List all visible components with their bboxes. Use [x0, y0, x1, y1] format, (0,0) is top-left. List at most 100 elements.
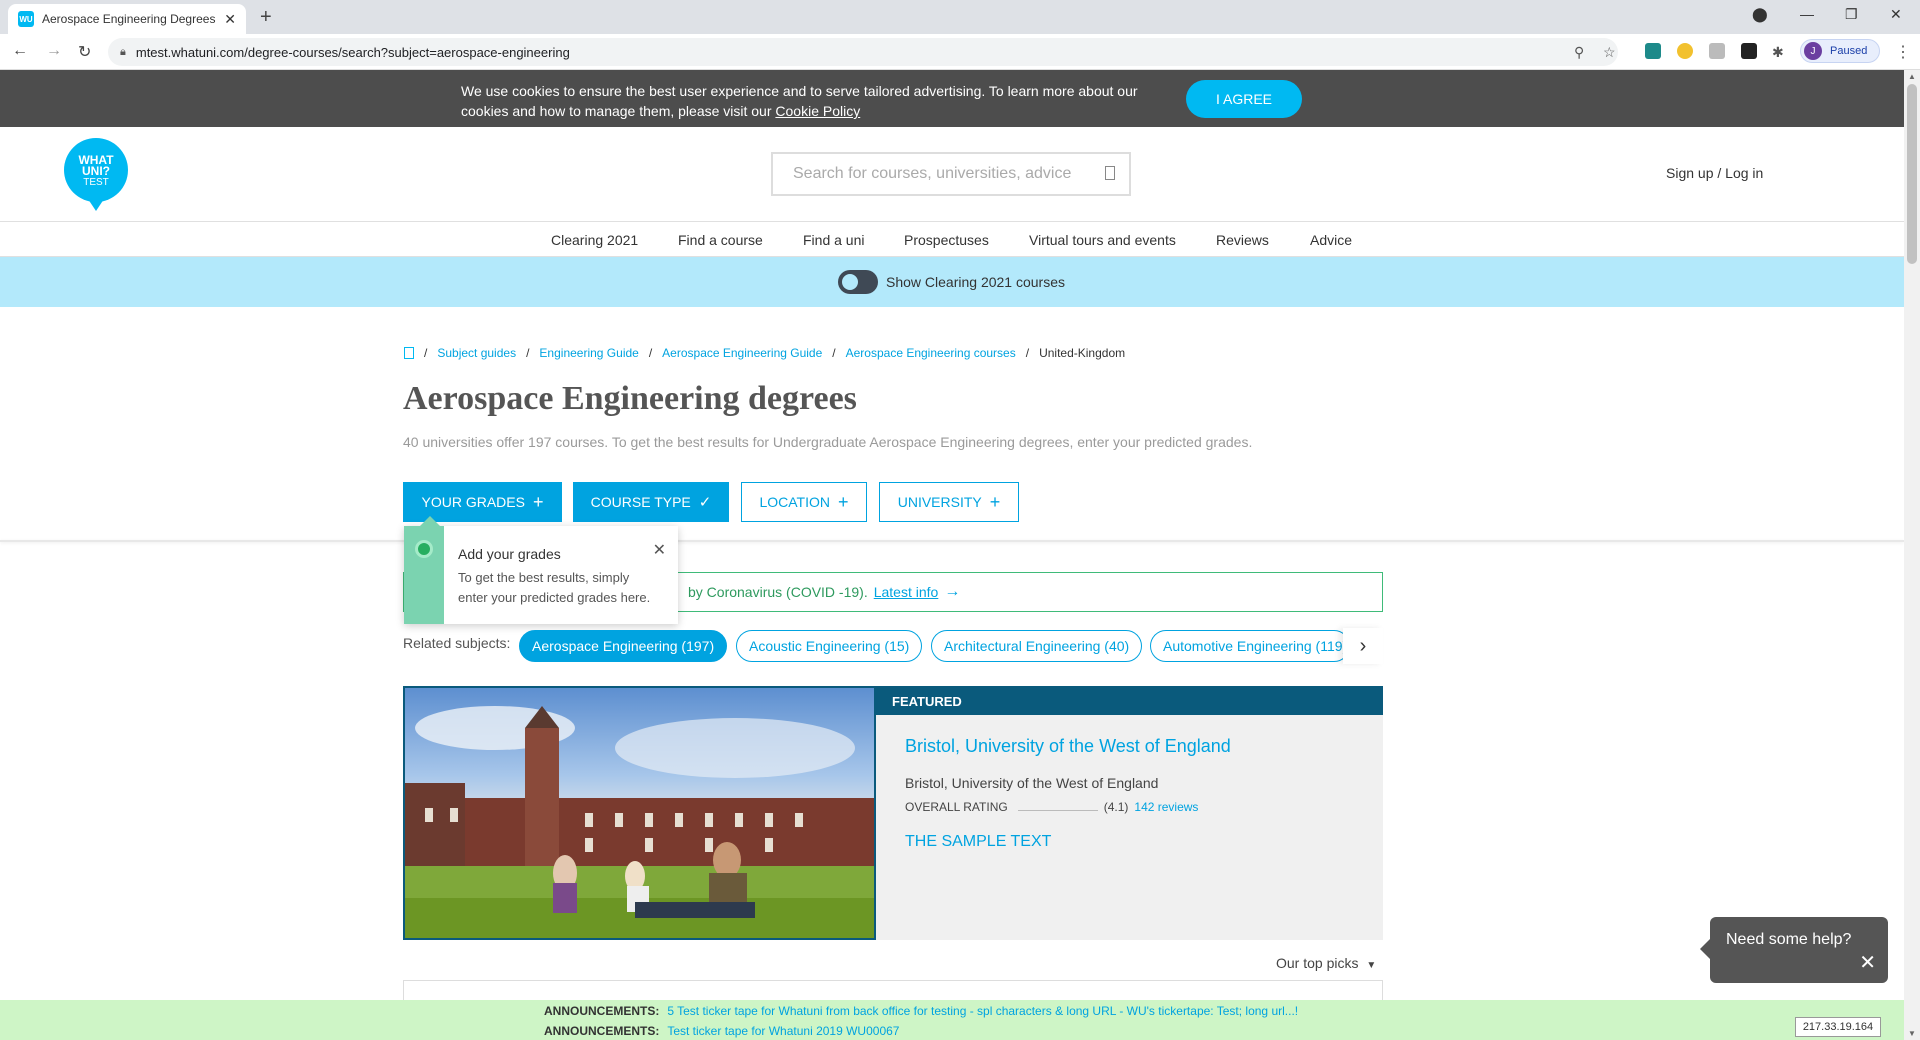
- logo-text: UNI?: [82, 164, 110, 178]
- grades-tooltip: Add your grades To get the best results,…: [404, 516, 678, 624]
- ticker-row: ANNOUNCEMENTS: 5 Test ticker tape for Wha…: [544, 1004, 1298, 1018]
- filter-label: YOUR GRADES: [421, 494, 525, 510]
- nav-item-find-course[interactable]: Find a course: [678, 232, 763, 248]
- course-type-filter[interactable]: COURSE TYPE ✓: [573, 482, 729, 522]
- clearing-toggle[interactable]: [838, 270, 878, 294]
- breadcrumb-current: United-Kingdom: [1039, 346, 1126, 360]
- sort-dropdown[interactable]: Our top picks ▼: [1276, 955, 1376, 971]
- breadcrumb: / Subject guides / Engineering Guide / A…: [404, 346, 1125, 360]
- page-title: Aerospace Engineering degrees: [403, 380, 857, 417]
- filter-label: COURSE TYPE: [590, 494, 691, 510]
- cookie-text: We use cookies to ensure the best user e…: [461, 81, 1151, 121]
- whatuni-logo[interactable]: WHAT UNI? TEST: [64, 138, 128, 211]
- related-pill[interactable]: Automotive Engineering (119): [1150, 630, 1350, 662]
- sort-label: Our top picks: [1276, 955, 1359, 971]
- related-pill[interactable]: Aerospace Engineering (197): [519, 630, 728, 662]
- home-icon[interactable]: [404, 347, 414, 359]
- ticker-link[interactable]: Test ticker tape for Whatuni 2019 WU0006…: [667, 1024, 899, 1038]
- main-navigation: Clearing 2021 Find a course Find a uni P…: [0, 221, 1904, 257]
- extension-icon[interactable]: [1677, 43, 1693, 59]
- restore-icon[interactable]: ❐: [1845, 6, 1858, 23]
- favicon-icon: WU: [18, 11, 34, 27]
- address-bar[interactable]: 🔒︎ mtest.whatuni.com/degree-courses/sear…: [108, 38, 1618, 66]
- plus-icon: +: [838, 491, 849, 512]
- chevron-right-icon[interactable]: ›: [1343, 628, 1383, 664]
- cookie-banner: We use cookies to ensure the best user e…: [0, 70, 1904, 127]
- breadcrumb-aerospace-guide[interactable]: Aerospace Engineering Guide: [662, 346, 822, 360]
- browser-toolbar: ← → ↻ 🔒︎ mtest.whatuni.com/degree-course…: [0, 34, 1920, 70]
- page-subtitle: 40 universities offer 197 courses. To ge…: [403, 434, 1253, 450]
- profile-menu-icon[interactable]: ⬤: [1752, 6, 1768, 23]
- university-name-link[interactable]: Bristol, University of the West of Engla…: [905, 736, 1231, 757]
- close-icon[interactable]: ✕: [1859, 950, 1876, 975]
- related-pill[interactable]: Architectural Engineering (40): [931, 630, 1143, 662]
- nav-item-clearing[interactable]: Clearing 2021: [551, 232, 638, 248]
- announcements-ticker: ANNOUNCEMENTS: 5 Test ticker tape for Wha…: [0, 1000, 1904, 1040]
- rating-stars: [1017, 809, 1098, 811]
- browser-menu-icon[interactable]: ⋮: [1895, 42, 1911, 62]
- rating-label: OVERALL RATING: [905, 800, 1008, 814]
- nav-item-find-uni[interactable]: Find a uni: [803, 232, 864, 248]
- cookie-policy-link[interactable]: Cookie Policy: [775, 103, 860, 119]
- page-scrollbar[interactable]: ▲ ▼: [1904, 70, 1920, 1040]
- scroll-up-icon[interactable]: ▲: [1908, 72, 1916, 81]
- ticker-row: ANNOUNCEMENTS: Test ticker tape for Whatu…: [544, 1024, 899, 1038]
- lock-icon: 🔒︎: [120, 45, 126, 58]
- related-pill[interactable]: Acoustic Engineering (15): [736, 630, 923, 662]
- extension-icon[interactable]: [1741, 43, 1757, 59]
- puzzle-extensions-icon[interactable]: ✱: [1772, 44, 1784, 61]
- related-label: Related subjects:: [403, 635, 511, 651]
- browser-tab[interactable]: WU Aerospace Engineering Degrees ✕: [8, 4, 246, 34]
- tooltip-dot-icon: [415, 540, 433, 558]
- university-photo[interactable]: [403, 686, 876, 940]
- new-tab-icon[interactable]: +: [260, 6, 272, 29]
- plus-icon: +: [532, 491, 544, 512]
- plus-icon: +: [989, 491, 1001, 512]
- tooltip-title: Add your grades: [458, 546, 561, 562]
- profile-button[interactable]: J Paused: [1800, 39, 1880, 63]
- signup-login-link[interactable]: Sign up / Log in: [1666, 165, 1763, 181]
- close-window-icon[interactable]: ✕: [1890, 6, 1902, 23]
- avatar: J: [1804, 42, 1822, 60]
- breadcrumb-subject-guides[interactable]: Subject guides: [437, 346, 516, 360]
- overall-rating: OVERALL RATING (4.1) 142 reviews: [905, 800, 1198, 814]
- ticker-label: ANNOUNCEMENTS:: [544, 1024, 660, 1038]
- covid-latest-info-link[interactable]: Latest info: [874, 584, 939, 600]
- sample-text-link[interactable]: THE SAMPLE TEXT: [905, 833, 1051, 851]
- chat-text: Need some help?: [1726, 931, 1852, 948]
- search-icon[interactable]: [1105, 166, 1115, 180]
- site-search-input[interactable]: Search for courses, universities, advice: [771, 152, 1131, 196]
- forward-icon[interactable]: →: [46, 42, 62, 60]
- nav-item-advice[interactable]: Advice: [1310, 232, 1352, 248]
- close-icon[interactable]: ✕: [653, 540, 666, 560]
- browser-tab-bar: WU Aerospace Engineering Degrees ✕ + ⬤ —…: [0, 0, 1920, 34]
- check-icon: ✓: [698, 494, 712, 511]
- help-chat-bubble[interactable]: Need some help? ✕: [1700, 917, 1888, 983]
- chevron-down-icon: ▼: [1366, 960, 1377, 971]
- breadcrumb-aerospace-courses[interactable]: Aerospace Engineering courses: [846, 346, 1016, 360]
- nav-item-prospectuses[interactable]: Prospectuses: [904, 232, 989, 248]
- arrow-right-icon: →: [944, 583, 961, 600]
- scroll-down-icon[interactable]: ▼: [1908, 1029, 1916, 1038]
- extension-icon[interactable]: [1645, 43, 1661, 59]
- university-filter[interactable]: UNIVERSITY +: [879, 482, 1019, 522]
- extension-icon[interactable]: [1709, 43, 1725, 59]
- filter-label: UNIVERSITY: [897, 494, 982, 510]
- divider: [0, 540, 1904, 542]
- location-filter[interactable]: LOCATION +: [741, 482, 867, 522]
- location-icon[interactable]: ⚲: [1574, 44, 1584, 61]
- reload-icon[interactable]: ↻: [78, 42, 91, 62]
- nav-item-virtual-tours[interactable]: Virtual tours and events: [1029, 232, 1176, 248]
- covid-text: by Coronavirus (COVID -19).: [688, 584, 868, 600]
- nav-item-reviews[interactable]: Reviews: [1216, 232, 1269, 248]
- close-tab-icon[interactable]: ✕: [224, 11, 236, 28]
- ticker-label: ANNOUNCEMENTS:: [544, 1004, 660, 1018]
- ticker-link[interactable]: 5 Test ticker tape for Whatuni from back…: [667, 1004, 1298, 1018]
- minimize-icon[interactable]: —: [1800, 6, 1814, 22]
- scrollbar-thumb[interactable]: [1907, 84, 1917, 264]
- agree-button[interactable]: I AGREE: [1186, 80, 1302, 118]
- back-icon[interactable]: ←: [12, 42, 28, 60]
- reviews-link[interactable]: 142 reviews: [1134, 800, 1198, 814]
- breadcrumb-engineering-guide[interactable]: Engineering Guide: [539, 346, 638, 360]
- bookmark-star-icon[interactable]: ☆: [1603, 44, 1616, 61]
